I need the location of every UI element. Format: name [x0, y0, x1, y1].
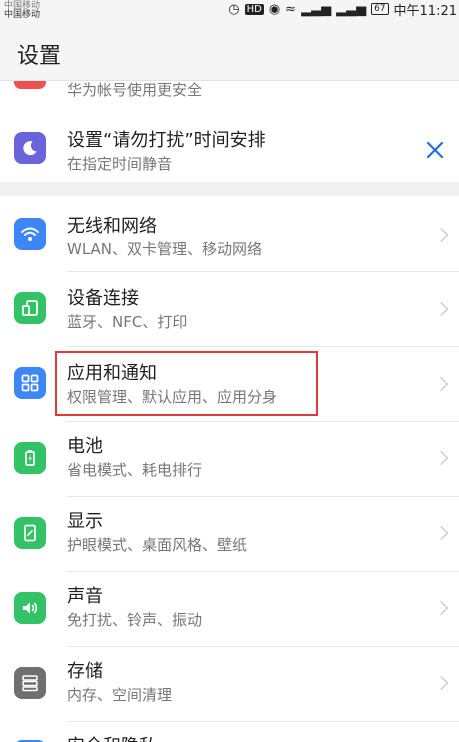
settings-item-device-connection[interactable]: 设备连接 蓝牙、NFC、打印: [0, 272, 459, 347]
signal-icon: ▂▃▅: [301, 1, 332, 17]
clock: 中午11:21: [393, 3, 457, 19]
status-bar: 中国移动 中国移动 ◷ HD ◉ ≈ ▂▃▅ ▂▃▅ 67 中午11:21: [0, 0, 459, 20]
wifi-signal-icon: ≈: [285, 1, 297, 17]
carrier-label: 中国移动: [4, 10, 41, 20]
dnd-suggestion-card[interactable]: 设置“请勿打扰”时间安排 在指定时间静音: [0, 104, 459, 182]
dnd-subtitle: 在指定时间静音: [67, 155, 173, 173]
partial-item-huawei-account[interactable]: 华为帐号使用更安全: [0, 81, 459, 104]
dnd-title: 设置“请勿打扰”时间安排: [67, 130, 266, 151]
settings-item-title: 无线和网络: [67, 216, 157, 237]
settings-item-battery[interactable]: 电池 省电模式、耗电排行: [0, 422, 459, 497]
settings-item-storage[interactable]: 存储 内存、空间清理: [0, 647, 459, 722]
settings-item-sound[interactable]: 声音 免打扰、铃声、振动: [0, 572, 459, 647]
chevron-right-icon: [433, 227, 449, 243]
settings-item-security-privacy[interactable]: 安全和隐私: [0, 722, 459, 742]
settings-item-title: 电池: [67, 436, 103, 457]
eye-icon: ◉: [268, 1, 281, 17]
chevron-right-icon: [433, 525, 449, 541]
settings-item-subtitle: WLAN、双卡管理、移动网络: [67, 240, 263, 258]
moon-icon: [14, 132, 46, 164]
settings-item-subtitle: 省电模式、耗电排行: [67, 461, 203, 479]
settings-item-subtitle: 护眼模式、桌面风格、壁纸: [67, 536, 248, 554]
settings-item-title: 显示: [67, 511, 103, 532]
account-icon: [14, 81, 46, 89]
settings-item-wireless-networks[interactable]: 无线和网络 WLAN、双卡管理、移动网络: [0, 196, 459, 271]
display-icon: [14, 517, 46, 549]
battery-indicator: 67: [371, 3, 389, 15]
highlight-box: [55, 351, 318, 416]
alarm-icon: ◷: [228, 1, 240, 17]
settings-item-title: 存储: [67, 661, 103, 682]
app-header: 设置: [0, 20, 459, 81]
chevron-right-icon: [433, 450, 449, 466]
storage-icon: [14, 667, 46, 699]
settings-item-subtitle: 免打扰、铃声、振动: [67, 611, 203, 629]
partial-item-subtitle: 华为帐号使用更安全: [67, 81, 203, 99]
hd-icon: HD: [244, 3, 264, 15]
settings-item-display[interactable]: 显示 护眼模式、桌面风格、壁纸: [0, 497, 459, 572]
chevron-right-icon: [433, 376, 449, 392]
settings-item-title: 设备连接: [67, 288, 139, 309]
chevron-right-icon: [433, 675, 449, 691]
section-gap: [0, 182, 459, 196]
close-icon[interactable]: [425, 140, 445, 160]
settings-item-title: 声音: [67, 586, 103, 607]
settings-item-subtitle: 内存、空间清理: [67, 686, 173, 704]
settings-item-subtitle: 蓝牙、NFC、打印: [67, 313, 188, 331]
page-title: 设置: [17, 44, 62, 69]
chevron-right-icon: [433, 301, 449, 317]
apps-icon: [14, 367, 46, 399]
battery-icon: [14, 442, 46, 474]
carrier-info: 中国移动 中国移动: [4, 2, 40, 20]
sound-icon: [14, 592, 46, 624]
wifi-icon: [14, 218, 46, 250]
device-connection-icon: [14, 292, 46, 324]
settings-list: 无线和网络 WLAN、双卡管理、移动网络 设备连接 蓝牙、NFC、打印 应用和通…: [0, 196, 459, 742]
status-icons: ◷ HD ◉ ≈ ▂▃▅ ▂▃▅ 67 中午11:21: [228, 0, 457, 19]
settings-item-title: 安全和隐私: [67, 732, 157, 742]
chevron-right-icon: [433, 600, 449, 616]
signal-2-icon: ▂▃▅: [336, 1, 367, 17]
